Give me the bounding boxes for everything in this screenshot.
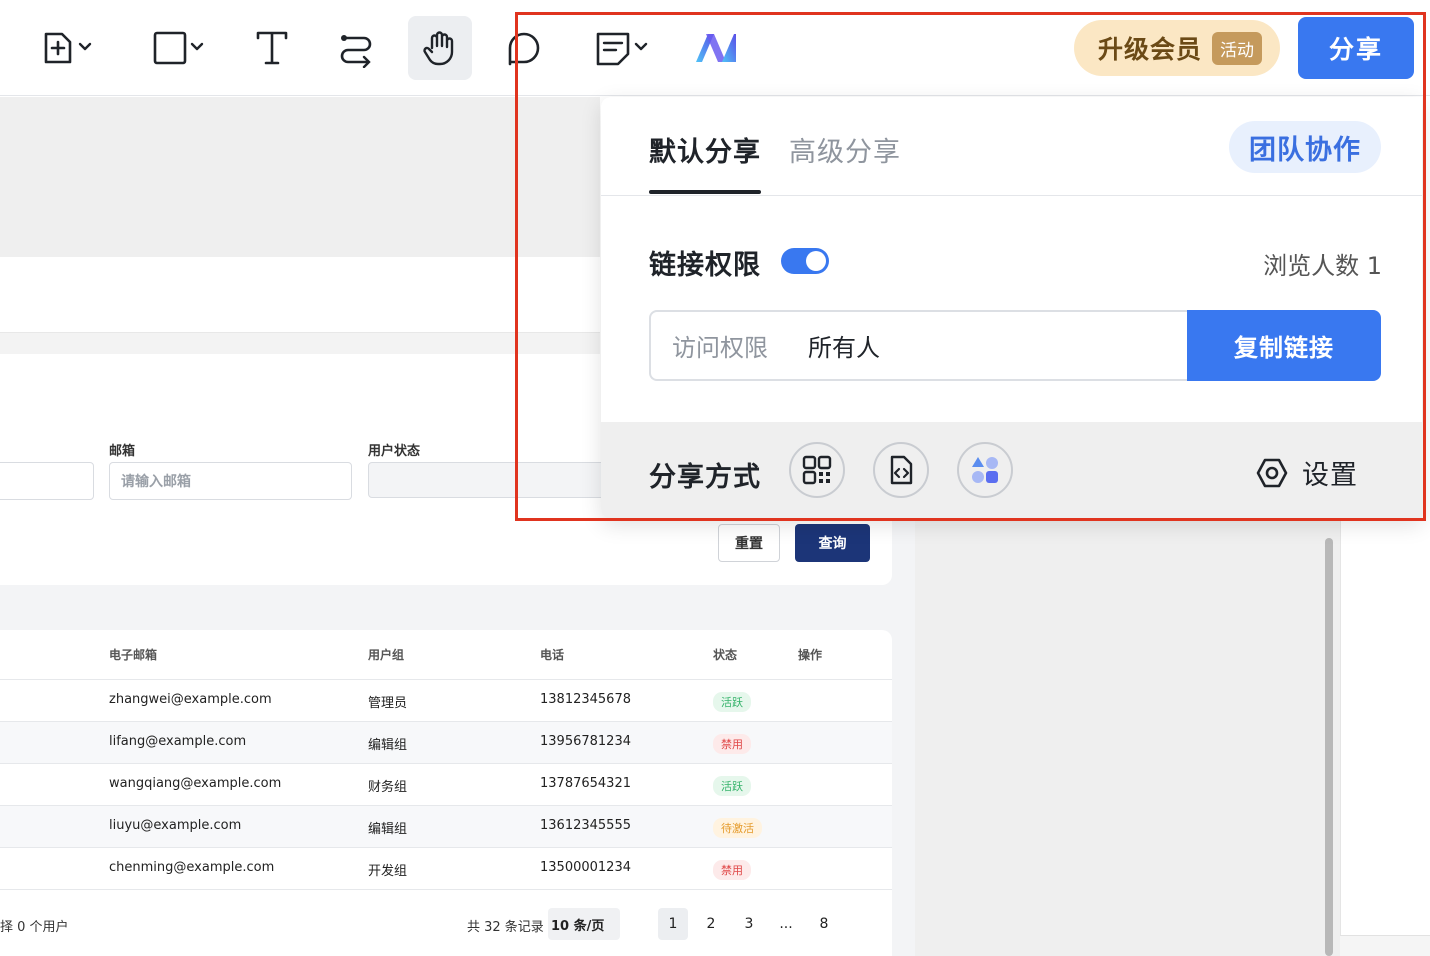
top-toolbar: 升级会员 活动 分享 [0, 0, 1430, 96]
header-group: 用户组 [368, 648, 405, 662]
status-badge: 待激活 [713, 818, 762, 838]
email-filter-label: 邮箱 [109, 444, 136, 459]
rectangle-icon [153, 31, 204, 65]
table-row[interactable]: zhangwei@example.com 管理员 13812345678 活跃 [0, 679, 892, 721]
settings-hexagon-icon [1256, 458, 1288, 487]
right-side-footer [1340, 935, 1430, 956]
table-row[interactable]: chenming@example.com 开发组 13500001234 禁用 [0, 847, 892, 890]
connector-tool[interactable] [324, 16, 388, 80]
share-popup: 默认分享 高级分享 团队协作 链接权限 浏览人数 1 访问权限 所有人 复制链接… [601, 97, 1422, 519]
cell-group: 管理员 [368, 696, 408, 711]
total-records: 共 32 条记录 [467, 920, 544, 935]
page-button-2[interactable]: 2 [696, 908, 726, 940]
upgrade-membership-button[interactable]: 升级会员 活动 [1074, 20, 1280, 76]
hand-tool-icon [423, 31, 454, 66]
selection-count: 择 0 个用户 [0, 920, 69, 935]
tab-default-share[interactable]: 默认分享 [649, 130, 761, 169]
settings-button[interactable]: 设置 [1256, 453, 1358, 492]
vertical-scrollbar[interactable] [1325, 538, 1333, 956]
reset-button[interactable]: 重置 [718, 524, 780, 562]
hand-tool[interactable] [408, 16, 472, 80]
status-badge: 活跃 [713, 776, 751, 796]
access-permission-label: 访问权限 [672, 334, 768, 362]
insert-frame-tool[interactable] [20, 16, 104, 80]
header-actions: 操作 [798, 648, 823, 662]
text-tool-icon [256, 31, 288, 65]
share-button[interactable]: 分享 [1298, 17, 1414, 79]
status-badge: 活跃 [713, 692, 751, 712]
cell-group: 编辑组 [368, 822, 408, 837]
cell-email: liuyu@example.com [109, 818, 242, 833]
toggle-knob [806, 251, 826, 271]
page-size-select[interactable]: 10 条/页 [548, 908, 620, 940]
embed-code-icon [890, 455, 913, 485]
copy-link-button[interactable]: 复制链接 [1187, 310, 1381, 381]
link-permission-toggle[interactable] [781, 248, 829, 274]
upgrade-label: 升级会员 [1098, 35, 1203, 64]
page-ellipsis[interactable]: ... [771, 908, 801, 940]
query-button[interactable]: 查询 [795, 524, 870, 562]
cell-email: lifang@example.com [109, 734, 247, 749]
apps-share-button[interactable] [957, 442, 1013, 498]
ai-logo-icon [696, 34, 736, 62]
access-permission-value: 所有人 [808, 334, 880, 362]
cell-phone: 13787654321 [540, 776, 631, 791]
text-tool[interactable] [240, 16, 304, 80]
cell-group: 开发组 [368, 864, 408, 879]
cell-phone: 13956781234 [540, 734, 631, 749]
sticky-note-icon [596, 32, 648, 66]
comment-bubble-icon [508, 32, 540, 66]
table-row[interactable]: lifang@example.com 编辑组 13956781234 禁用 [0, 721, 892, 763]
email-filter-input[interactable]: 请输入邮箱 [109, 462, 352, 500]
active-tab-indicator [649, 190, 761, 194]
page-button-8[interactable]: 8 [809, 908, 839, 940]
canvas-gray-band [0, 97, 600, 257]
connector-icon [340, 35, 372, 68]
share-methods-bar: 分享方式 设置 [601, 422, 1422, 519]
access-permission-field[interactable]: 访问权限 所有人 [649, 310, 1189, 381]
table-row[interactable]: liuyu@example.com 编辑组 13612345555 待激活 [0, 805, 892, 847]
cell-phone: 13812345678 [540, 692, 631, 707]
insert-frame-icon [44, 32, 92, 64]
ai-assistant[interactable] [684, 16, 748, 80]
cell-group: 编辑组 [368, 738, 408, 753]
status-badge: 禁用 [713, 860, 751, 880]
embed-code-button[interactable] [873, 442, 929, 498]
page-button-3[interactable]: 3 [734, 908, 764, 940]
header-phone: 电话 [540, 648, 565, 662]
header-email: 电子邮箱 [109, 648, 158, 662]
cell-email: wangqiang@example.com [109, 776, 282, 791]
app-root: 邮箱 请输入邮箱 用户状态 重置 查询 电子邮箱 用户组 电话 状态 操作 zh… [0, 0, 1430, 956]
viewer-count: 浏览人数 1 [1263, 252, 1382, 280]
sticky-note-tool[interactable] [576, 16, 660, 80]
team-collaboration-button[interactable]: 团队协作 [1229, 121, 1381, 173]
page-button-1[interactable]: 1 [658, 908, 688, 940]
rectangle-tool[interactable] [132, 16, 216, 80]
cell-email: chenming@example.com [109, 860, 275, 875]
share-method-label: 分享方式 [649, 462, 761, 493]
status-badge: 禁用 [713, 734, 751, 754]
status-filter-label: 用户状态 [368, 444, 421, 459]
comment-tool[interactable] [492, 16, 556, 80]
qr-code-button[interactable] [789, 442, 845, 498]
canvas-divider [0, 332, 600, 354]
cell-phone: 13500001234 [540, 860, 631, 875]
qr-code-icon [802, 455, 832, 485]
table-row[interactable]: wangqiang@example.com 财务组 13787654321 活跃 [0, 763, 892, 805]
filter-input-partial[interactable] [0, 462, 94, 500]
cell-group: 财务组 [368, 780, 408, 795]
cell-phone: 13612345555 [540, 818, 631, 833]
apps-icon [972, 457, 998, 483]
link-permission-label: 链接权限 [649, 250, 761, 281]
settings-label: 设置 [1302, 460, 1358, 491]
share-tabs: 默认分享 高级分享 团队协作 [601, 97, 1422, 196]
status-filter-select[interactable] [368, 462, 608, 498]
tab-advanced-share[interactable]: 高级分享 [789, 130, 901, 169]
promo-tag: 活动 [1212, 31, 1263, 65]
header-status: 状态 [713, 648, 738, 662]
cell-email: zhangwei@example.com [109, 692, 272, 707]
